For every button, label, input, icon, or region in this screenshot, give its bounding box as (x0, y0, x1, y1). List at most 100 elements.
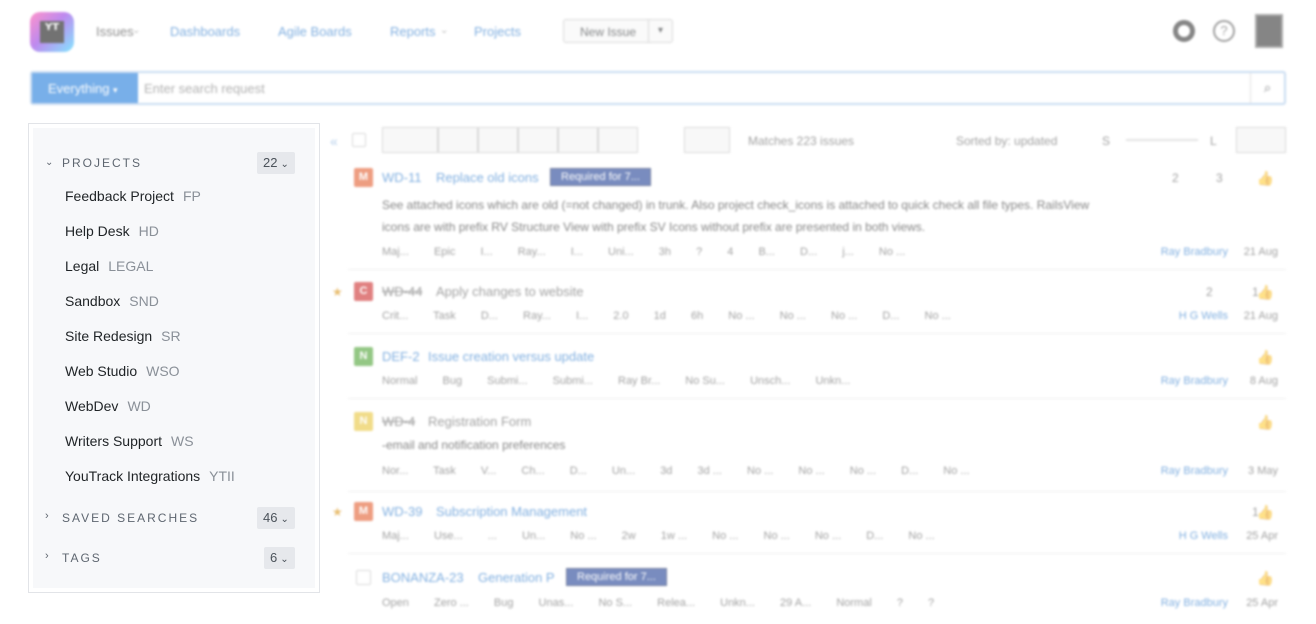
field[interactable]: No ... (570, 530, 596, 542)
field[interactable]: 1w ... (661, 530, 687, 542)
field[interactable]: Unkn... (720, 597, 755, 609)
field[interactable]: 29 A... (780, 597, 811, 609)
settings-gear-icon[interactable] (1173, 20, 1195, 42)
field[interactable]: D... (901, 465, 918, 477)
issue-id[interactable]: BONANZA-23 (382, 570, 464, 585)
field[interactable]: Submi... (553, 375, 593, 387)
issue-row[interactable]: N WD-4 Registration Form 👍 -email and no… (348, 410, 1286, 492)
chevron-right-icon[interactable]: › (45, 510, 49, 522)
projects-section-header[interactable]: ⌄ PROJECTS 22 ⌄ (33, 152, 315, 176)
issue-id[interactable]: WD-44 (382, 284, 422, 299)
delete-button[interactable] (684, 127, 730, 153)
field[interactable]: j... (842, 246, 854, 258)
sidebar-item-sandbox[interactable]: Sandbox SND (65, 293, 305, 315)
field[interactable]: 3h (659, 246, 671, 258)
field[interactable]: 6h (691, 310, 703, 322)
field[interactable]: Ch... (521, 465, 544, 477)
field[interactable]: Ray Br... (618, 375, 660, 387)
chevron-down-icon[interactable]: ▾ (648, 20, 672, 42)
chevron-down-icon[interactable]: ⌄ (440, 25, 448, 36)
field[interactable]: Crit... (382, 310, 408, 322)
field[interactable]: Task (433, 465, 456, 477)
projects-count-button[interactable]: 22 ⌄ (257, 152, 295, 174)
view-settings-button[interactable] (1236, 127, 1286, 153)
field[interactable]: No ... (815, 530, 841, 542)
field[interactable]: ? (696, 246, 702, 258)
nav-issues[interactable]: Issues (96, 24, 134, 39)
tag-button[interactable] (478, 127, 518, 153)
field[interactable]: 3d ... (698, 465, 722, 477)
issue-summary[interactable]: Issue creation versus update (428, 349, 594, 364)
size-slider[interactable] (1126, 139, 1198, 141)
field[interactable]: Uni... (608, 246, 634, 258)
field[interactable]: I... (480, 246, 492, 258)
field[interactable]: D... (570, 465, 587, 477)
sort-dropdown[interactable]: Sorted by: updated (956, 134, 1057, 148)
issue-assignee[interactable]: Ray Bradbury (1161, 597, 1228, 609)
field[interactable]: Bug (443, 375, 463, 387)
field[interactable]: Ray... (523, 310, 551, 322)
star-icon[interactable]: ★ (332, 285, 343, 299)
issue-checkbox[interactable] (356, 570, 371, 585)
star-icon[interactable]: ★ (332, 505, 343, 519)
youtrack-logo[interactable]: YT (30, 12, 74, 52)
issue-tag[interactable]: Required for 7... (566, 568, 667, 586)
field[interactable]: Un... (612, 465, 635, 477)
field[interactable]: ? (928, 597, 934, 609)
thumbs-up-icon[interactable]: 👍 (1257, 504, 1274, 521)
sidebar-item-help-desk[interactable]: Help Desk HD (65, 223, 305, 245)
field[interactable]: 3d (660, 465, 672, 477)
field[interactable]: 4 (727, 246, 733, 258)
sidebar-item-feedback-project[interactable]: Feedback Project FP (65, 188, 305, 210)
issue-row[interactable]: ★ M WD-39 Subscription Management 1 👍 Ma… (332, 500, 1286, 554)
thumbs-up-icon[interactable]: 👍 (1257, 349, 1274, 366)
chevron-down-icon[interactable]: ⌄ (45, 157, 53, 168)
search-input[interactable] (144, 77, 1204, 99)
more-button[interactable] (598, 127, 638, 153)
field[interactable]: ... (488, 530, 497, 542)
chevron-right-icon[interactable]: › (45, 550, 49, 562)
issue-assignee[interactable]: H G Wells (1179, 310, 1228, 322)
field[interactable]: No ... (908, 530, 934, 542)
attach-button[interactable] (438, 127, 478, 153)
nav-projects[interactable]: Projects (474, 24, 521, 39)
issue-assignee[interactable]: H G Wells (1179, 530, 1228, 542)
issue-row[interactable]: N DEF-2 Issue creation versus update 👍 N… (348, 345, 1286, 399)
sidebar-item-youtrack-integrations[interactable]: YouTrack Integrations YTII (65, 468, 305, 490)
field[interactable]: No ... (925, 310, 951, 322)
issue-summary[interactable]: Apply changes to website (436, 284, 583, 299)
field[interactable]: D... (481, 310, 498, 322)
field[interactable]: Epic (434, 246, 455, 258)
field[interactable]: No ... (780, 310, 806, 322)
issue-assignee[interactable]: Ray Bradbury (1161, 465, 1228, 477)
field[interactable]: No ... (728, 310, 754, 322)
issue-row[interactable]: BONANZA-23 Generation P Required for 7..… (348, 566, 1286, 624)
field[interactable]: Normal (836, 597, 871, 609)
tags-count-button[interactable]: 6 ⌄ (264, 547, 295, 569)
issue-id[interactable]: WD-4 (382, 414, 415, 429)
issue-assignee[interactable]: Ray Bradbury (1161, 246, 1228, 258)
field[interactable]: No S... (598, 597, 632, 609)
field[interactable]: Use... (434, 530, 463, 542)
search-context-button[interactable]: Everything ▾ (32, 73, 138, 103)
search-icon[interactable]: ⌕ (1250, 73, 1284, 103)
field[interactable]: No ... (798, 465, 824, 477)
field[interactable]: No ... (712, 530, 738, 542)
field[interactable]: Nor... (382, 465, 408, 477)
sidebar-item-legal[interactable]: Legal LEGAL (65, 258, 305, 280)
field[interactable]: D... (866, 530, 883, 542)
thumbs-up-icon[interactable]: 👍 (1257, 414, 1274, 431)
issue-summary[interactable]: Subscription Management (436, 504, 587, 519)
thumbs-up-icon[interactable]: 👍 (1257, 170, 1274, 187)
field[interactable]: Open (382, 597, 409, 609)
chevron-down-icon[interactable]: ⌄ (132, 25, 140, 36)
issue-summary[interactable]: Replace old icons (436, 170, 539, 185)
help-icon[interactable]: ? (1213, 20, 1235, 42)
field[interactable]: B... (758, 246, 775, 258)
edit-button[interactable] (558, 127, 598, 153)
field[interactable]: No ... (831, 310, 857, 322)
field[interactable]: 2w (622, 530, 636, 542)
field[interactable]: Maj... (382, 246, 409, 258)
field[interactable]: Unkn... (815, 375, 850, 387)
field[interactable]: No ... (879, 246, 905, 258)
